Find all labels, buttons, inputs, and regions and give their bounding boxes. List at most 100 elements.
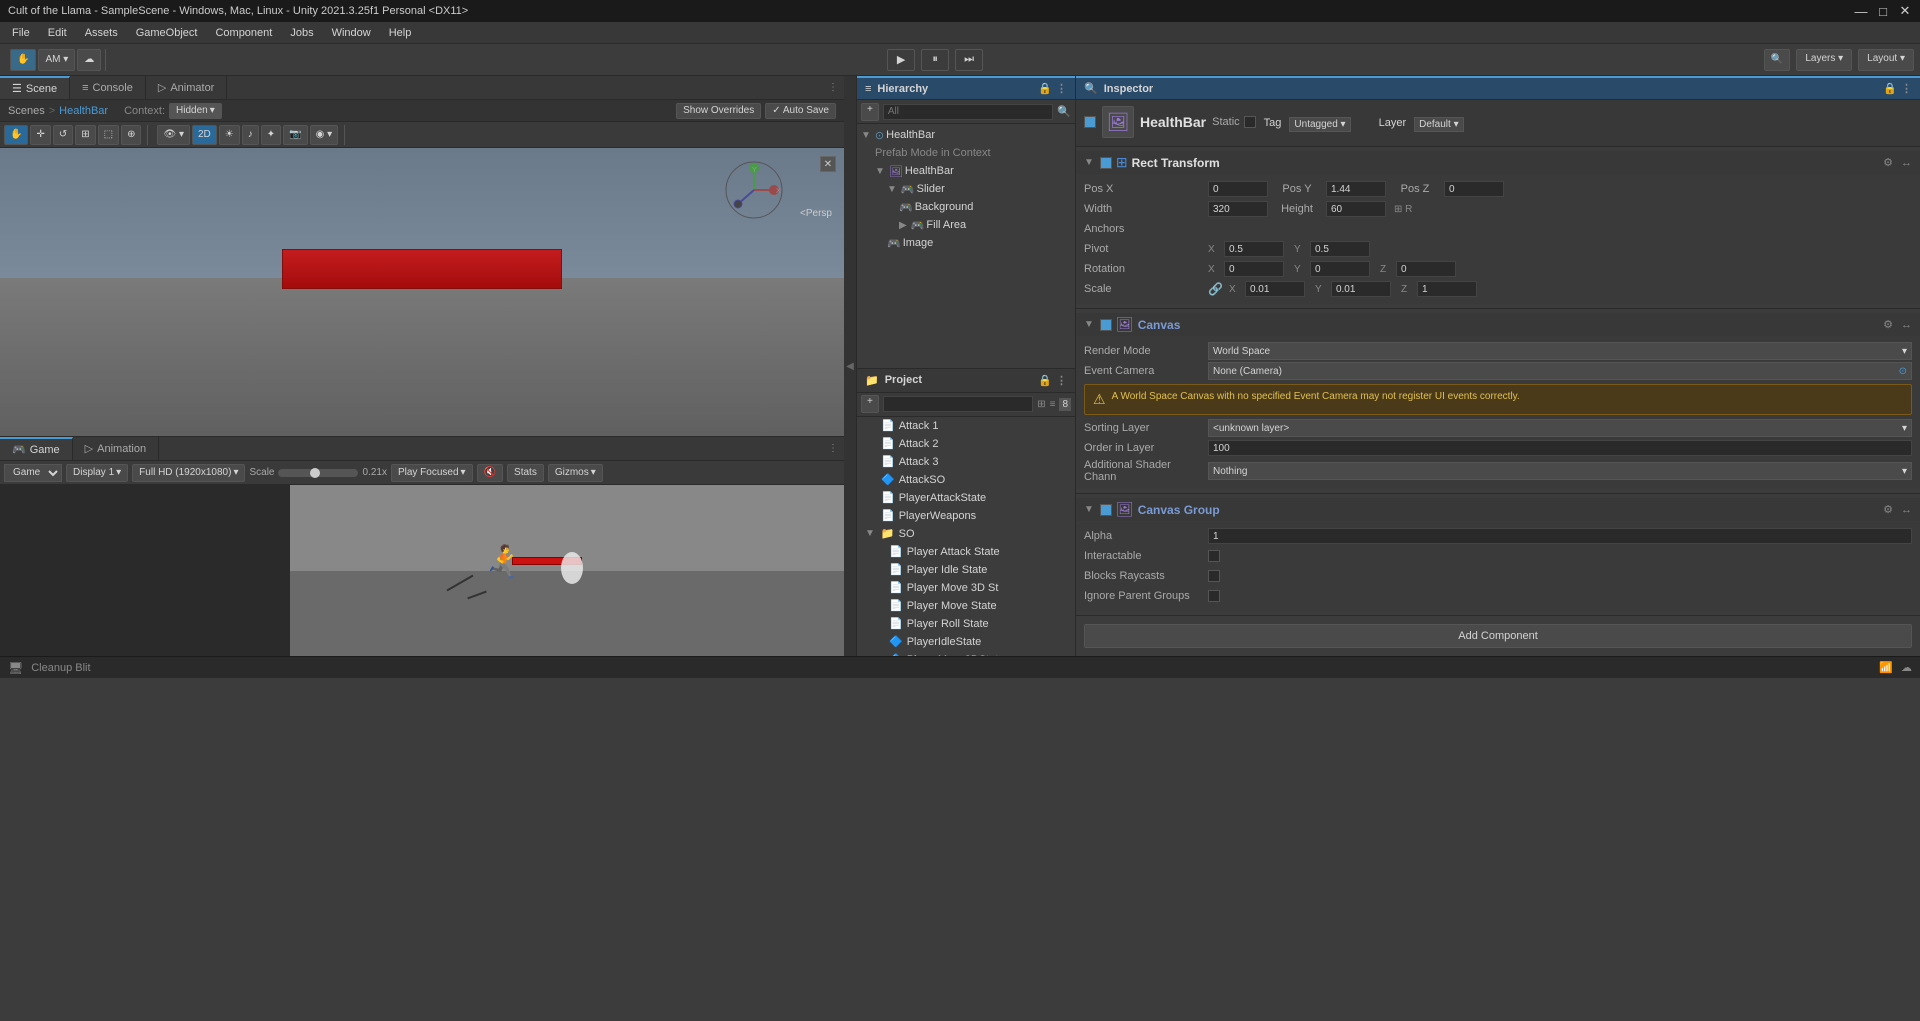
cg-gear[interactable]: ⚙ — [1883, 503, 1893, 516]
light-btn[interactable]: ☀ — [219, 125, 240, 145]
menu-help[interactable]: Help — [381, 25, 420, 41]
proj-item-pms[interactable]: 📄 Player Move State — [857, 597, 1075, 615]
rect-transform-more[interactable]: ↔ — [1901, 157, 1912, 169]
render-mode-dropdown[interactable]: World Space ▾ — [1208, 342, 1912, 360]
project-list-toggle[interactable]: ≡ — [1050, 399, 1056, 410]
menu-assets[interactable]: Assets — [77, 25, 126, 41]
status-wifi-icon[interactable]: 📶 — [1879, 661, 1893, 674]
hierarchy-lock-icon[interactable]: 🔒 — [1038, 82, 1052, 95]
proj-item-so-folder[interactable]: ▼ 📁 SO — [857, 525, 1075, 543]
hier-item-slider[interactable]: ▼ 🎮 Slider — [857, 180, 1075, 198]
rot-z-input[interactable] — [1396, 261, 1456, 277]
menu-component[interactable]: Component — [207, 25, 280, 41]
toolbar-hand-tool[interactable]: ✋ — [10, 49, 36, 71]
proj-item-pm3d[interactable]: 📄 Player Move 3D St — [857, 579, 1075, 597]
menu-jobs[interactable]: Jobs — [282, 25, 321, 41]
width-input[interactable] — [1208, 201, 1268, 217]
combined-tool-btn[interactable]: ⊕ — [121, 125, 141, 145]
canvas-header[interactable]: ▼ 🖼 Canvas ⚙ ↔ — [1076, 313, 1920, 336]
layout-dropdown[interactable]: Layout ▾ — [1858, 49, 1914, 71]
hier-item-healthbar[interactable]: ▼ 🖼 HealthBar — [857, 162, 1075, 180]
pause-button[interactable]: ⏸ — [921, 49, 949, 71]
layers-dropdown[interactable]: Layers ▾ — [1796, 49, 1852, 71]
proj-item-pm3dstate[interactable]: 🔷 PlayerMove3DState — [857, 651, 1075, 657]
rect-transform-header[interactable]: ▼ ⊞ Rect Transform ⚙ ↔ — [1076, 151, 1920, 174]
proj-item-prs[interactable]: 📄 Player Roll State — [857, 615, 1075, 633]
blocks-raycasts-checkbox[interactable] — [1208, 570, 1220, 582]
hierarchy-search-icon[interactable]: 🔍 — [1057, 105, 1071, 118]
proj-item-pas2[interactable]: 📄 Player Attack State — [857, 543, 1075, 561]
cg-more[interactable]: ↔ — [1901, 504, 1912, 516]
pos-y-input[interactable] — [1326, 181, 1386, 197]
search-button[interactable]: 🔍 — [1764, 49, 1790, 71]
view-mode-btn[interactable]: 👁 ▾ — [157, 125, 190, 145]
add-component-button[interactable]: Add Component — [1084, 624, 1912, 648]
context-value-btn[interactable]: Hidden ▾ — [169, 103, 222, 119]
pos-z-input[interactable] — [1444, 181, 1504, 197]
scale-link-icon[interactable]: 🔗 — [1208, 282, 1223, 296]
project-view-toggle[interactable]: ⊞ — [1037, 399, 1045, 410]
display-dropdown[interactable]: Display 1 ▾ — [66, 464, 128, 482]
scene-corner-close[interactable]: ✕ — [820, 156, 836, 172]
scale-z-input[interactable] — [1417, 281, 1477, 297]
hierarchy-search-input[interactable] — [883, 104, 1053, 120]
hier-item-background[interactable]: 🎮 Background — [857, 198, 1075, 216]
project-search-input[interactable] — [883, 396, 1033, 412]
separator-arrow[interactable]: ◀ — [844, 76, 856, 656]
audio-btn[interactable]: ♪ — [242, 125, 259, 145]
2d-btn[interactable]: 2D — [192, 125, 217, 145]
ignore-parent-checkbox[interactable] — [1208, 590, 1220, 602]
event-camera-dropdown[interactable]: None (Camera) ⊙ — [1208, 362, 1912, 380]
rot-y-input[interactable] — [1310, 261, 1370, 277]
step-button[interactable]: ⏭ — [955, 49, 983, 71]
active-checkbox[interactable] — [1084, 116, 1096, 128]
mute-btn[interactable]: 🔇 — [477, 464, 503, 482]
game-tab-options[interactable]: ⋮ — [822, 437, 844, 460]
scale-y-input[interactable] — [1331, 281, 1391, 297]
show-overrides-btn[interactable]: Show Overrides — [676, 103, 761, 119]
rect-transform-gear[interactable]: ⚙ — [1883, 156, 1893, 169]
hand-tool-btn[interactable]: ✋ — [4, 125, 28, 145]
order-layer-input[interactable] — [1208, 440, 1912, 456]
status-cloud-icon[interactable]: ☁ — [1901, 661, 1912, 674]
alpha-input[interactable] — [1208, 528, 1912, 544]
layer-dropdown[interactable]: Default ▾ — [1414, 117, 1464, 132]
minimize-button[interactable]: — — [1854, 4, 1868, 18]
rotate-tool-btn[interactable]: ↺ — [53, 125, 73, 145]
tab-scene[interactable]: ☰ Scene — [0, 76, 70, 99]
event-camera-circle[interactable]: ⊙ — [1899, 366, 1907, 377]
game-viewport[interactable]: 🏃 — [290, 485, 844, 656]
proj-item-attackso[interactable]: 🔷 AttackSO — [857, 471, 1075, 489]
menu-file[interactable]: File — [4, 25, 38, 41]
rot-x-input[interactable] — [1224, 261, 1284, 277]
gizmos-btn[interactable]: ◉ ▾ — [310, 125, 339, 145]
proj-item-playerweapons[interactable]: 📄 PlayerWeapons — [857, 507, 1075, 525]
stats-btn[interactable]: Stats — [507, 464, 544, 482]
maximize-button[interactable]: □ — [1876, 4, 1890, 18]
close-button[interactable]: ✕ — [1898, 4, 1912, 18]
proj-item-attack3[interactable]: 📄 Attack 3 — [857, 453, 1075, 471]
height-input[interactable] — [1326, 201, 1386, 217]
project-lock-icon[interactable]: 🔒 — [1038, 374, 1052, 387]
scene-tab-options[interactable]: ⋮ — [822, 76, 844, 99]
scale-x-input[interactable] — [1245, 281, 1305, 297]
canvas-active-checkbox[interactable] — [1100, 319, 1112, 331]
hier-item-fillarea[interactable]: ▶ 🎮 Fill Area — [857, 216, 1075, 234]
static-checkbox[interactable] — [1244, 116, 1256, 128]
scene-view[interactable]: Y X <Persp ✕ — [0, 148, 844, 436]
menu-gameobject[interactable]: GameObject — [128, 25, 206, 41]
tag-dropdown[interactable]: Untagged ▾ — [1289, 117, 1350, 132]
proj-item-attack1[interactable]: 📄 Attack 1 — [857, 417, 1075, 435]
auto-save-btn[interactable]: ✓ Auto Save — [765, 103, 836, 119]
pivot-y-input[interactable] — [1310, 241, 1370, 257]
camera-btn[interactable]: 📷 — [283, 125, 307, 145]
move-tool-btn[interactable]: ✛ — [30, 125, 50, 145]
interactable-checkbox[interactable] — [1208, 550, 1220, 562]
tab-animation[interactable]: ▷ Animation — [73, 437, 159, 460]
play-focused-btn[interactable]: Play Focused ▾ — [391, 464, 473, 482]
project-add-btn[interactable]: + — [861, 395, 879, 413]
sorting-layer-dropdown[interactable]: <unknown layer> ▾ — [1208, 419, 1912, 437]
inspector-lock-icon[interactable]: 🔒 — [1883, 82, 1897, 95]
game-select[interactable]: Game — [4, 464, 62, 482]
play-button[interactable]: ▶ — [887, 49, 915, 71]
